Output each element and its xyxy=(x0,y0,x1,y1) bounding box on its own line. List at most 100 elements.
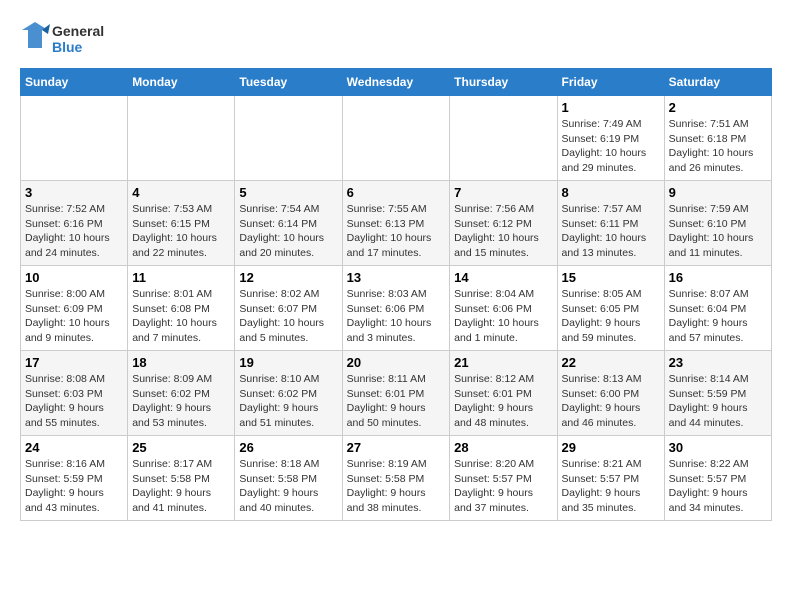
calendar-week-row: 10 Sunrise: 8:00 AM Sunset: 6:09 PM Dayli… xyxy=(21,266,772,351)
day-info: Sunrise: 7:55 AM Sunset: 6:13 PM Dayligh… xyxy=(347,202,446,261)
day-info: Sunrise: 8:09 AM Sunset: 6:02 PM Dayligh… xyxy=(132,372,230,431)
day-number: 24 xyxy=(25,440,123,455)
day-number: 9 xyxy=(669,185,767,200)
calendar-cell: 20 Sunrise: 8:11 AM Sunset: 6:01 PM Dayli… xyxy=(342,351,450,436)
calendar-cell: 10 Sunrise: 8:00 AM Sunset: 6:09 PM Dayli… xyxy=(21,266,128,351)
calendar-cell: 15Sunrise: 8:05 AM Sunset: 6:05 PM Dayli… xyxy=(557,266,664,351)
calendar-cell: 9 Sunrise: 7:59 AM Sunset: 6:10 PM Daylig… xyxy=(664,181,771,266)
calendar-cell: 14 Sunrise: 8:04 AM Sunset: 6:06 PM Dayli… xyxy=(450,266,557,351)
day-info: Sunrise: 7:59 AM Sunset: 6:10 PM Dayligh… xyxy=(669,202,767,261)
day-number: 6 xyxy=(347,185,446,200)
day-info: Sunrise: 8:08 AM Sunset: 6:03 PM Dayligh… xyxy=(25,372,123,431)
day-number: 19 xyxy=(239,355,337,370)
day-info: Sunrise: 8:22 AM Sunset: 5:57 PM Dayligh… xyxy=(669,457,767,516)
day-info: Sunrise: 8:12 AM Sunset: 6:01 PM Dayligh… xyxy=(454,372,552,431)
day-number: 4 xyxy=(132,185,230,200)
weekday-header-monday: Monday xyxy=(128,69,235,96)
day-info: Sunrise: 8:11 AM Sunset: 6:01 PM Dayligh… xyxy=(347,372,446,431)
day-info: Sunrise: 8:01 AM Sunset: 6:08 PM Dayligh… xyxy=(132,287,230,346)
day-number: 12 xyxy=(239,270,337,285)
calendar-cell: 8 Sunrise: 7:57 AM Sunset: 6:11 PM Daylig… xyxy=(557,181,664,266)
day-info: Sunrise: 8:17 AM Sunset: 5:58 PM Dayligh… xyxy=(132,457,230,516)
page-header: General Blue xyxy=(20,20,772,58)
calendar-cell: 5Sunrise: 7:54 AM Sunset: 6:14 PM Daylig… xyxy=(235,181,342,266)
day-number: 29 xyxy=(562,440,660,455)
logo: General Blue xyxy=(20,20,104,58)
weekday-header-row: SundayMondayTuesdayWednesdayThursdayFrid… xyxy=(21,69,772,96)
day-info: Sunrise: 7:56 AM Sunset: 6:12 PM Dayligh… xyxy=(454,202,552,261)
day-number: 16 xyxy=(669,270,767,285)
day-number: 1 xyxy=(562,100,660,115)
day-info: Sunrise: 7:57 AM Sunset: 6:11 PM Dayligh… xyxy=(562,202,660,261)
calendar-cell: 11 Sunrise: 8:01 AM Sunset: 6:08 PM Dayli… xyxy=(128,266,235,351)
weekday-header-saturday: Saturday xyxy=(664,69,771,96)
calendar-cell xyxy=(450,96,557,181)
day-number: 30 xyxy=(669,440,767,455)
calendar-cell: 21 Sunrise: 8:12 AM Sunset: 6:01 PM Dayli… xyxy=(450,351,557,436)
calendar-cell: 26 Sunrise: 8:18 AM Sunset: 5:58 PM Dayli… xyxy=(235,436,342,521)
day-info: Sunrise: 7:53 AM Sunset: 6:15 PM Dayligh… xyxy=(132,202,230,261)
calendar-week-row: 17 Sunrise: 8:08 AM Sunset: 6:03 PM Dayli… xyxy=(21,351,772,436)
day-info: Sunrise: 7:51 AM Sunset: 6:18 PM Dayligh… xyxy=(669,117,767,176)
day-number: 11 xyxy=(132,270,230,285)
day-info: Sunrise: 8:18 AM Sunset: 5:58 PM Dayligh… xyxy=(239,457,337,516)
calendar-cell: 1 Sunrise: 7:49 AM Sunset: 6:19 PM Daylig… xyxy=(557,96,664,181)
calendar-week-row: 1 Sunrise: 7:49 AM Sunset: 6:19 PM Daylig… xyxy=(21,96,772,181)
day-number: 20 xyxy=(347,355,446,370)
day-info: Sunrise: 8:04 AM Sunset: 6:06 PM Dayligh… xyxy=(454,287,552,346)
day-number: 10 xyxy=(25,270,123,285)
day-info: Sunrise: 8:14 AM Sunset: 5:59 PM Dayligh… xyxy=(669,372,767,431)
day-info: Sunrise: 7:52 AM Sunset: 6:16 PM Dayligh… xyxy=(25,202,123,261)
calendar-cell: 19 Sunrise: 8:10 AM Sunset: 6:02 PM Dayli… xyxy=(235,351,342,436)
calendar-cell: 6 Sunrise: 7:55 AM Sunset: 6:13 PM Daylig… xyxy=(342,181,450,266)
logo-blue: Blue xyxy=(52,39,104,55)
day-number: 5 xyxy=(239,185,337,200)
calendar-cell: 29 Sunrise: 8:21 AM Sunset: 5:57 PM Dayli… xyxy=(557,436,664,521)
day-info: Sunrise: 7:49 AM Sunset: 6:19 PM Dayligh… xyxy=(562,117,660,176)
day-info: Sunrise: 8:21 AM Sunset: 5:57 PM Dayligh… xyxy=(562,457,660,516)
day-info: Sunrise: 8:02 AM Sunset: 6:07 PM Dayligh… xyxy=(239,287,337,346)
day-number: 21 xyxy=(454,355,552,370)
calendar-cell: 12 Sunrise: 8:02 AM Sunset: 6:07 PM Dayli… xyxy=(235,266,342,351)
day-number: 23 xyxy=(669,355,767,370)
weekday-header-tuesday: Tuesday xyxy=(235,69,342,96)
calendar-cell: 17 Sunrise: 8:08 AM Sunset: 6:03 PM Dayli… xyxy=(21,351,128,436)
calendar-cell xyxy=(21,96,128,181)
weekday-header-wednesday: Wednesday xyxy=(342,69,450,96)
logo-general: General xyxy=(52,23,104,39)
calendar-cell: 7 Sunrise: 7:56 AM Sunset: 6:12 PM Daylig… xyxy=(450,181,557,266)
calendar-cell: 2 Sunrise: 7:51 AM Sunset: 6:18 PM Daylig… xyxy=(664,96,771,181)
logo-bird-icon xyxy=(20,20,50,58)
day-info: Sunrise: 8:00 AM Sunset: 6:09 PM Dayligh… xyxy=(25,287,123,346)
day-info: Sunrise: 8:19 AM Sunset: 5:58 PM Dayligh… xyxy=(347,457,446,516)
day-number: 13 xyxy=(347,270,446,285)
calendar-cell xyxy=(342,96,450,181)
calendar-cell xyxy=(235,96,342,181)
calendar-cell: 3 Sunrise: 7:52 AM Sunset: 6:16 PM Daylig… xyxy=(21,181,128,266)
day-number: 14 xyxy=(454,270,552,285)
calendar-cell: 13 Sunrise: 8:03 AM Sunset: 6:06 PM Dayli… xyxy=(342,266,450,351)
day-info: Sunrise: 8:16 AM Sunset: 5:59 PM Dayligh… xyxy=(25,457,123,516)
calendar-cell: 25 Sunrise: 8:17 AM Sunset: 5:58 PM Dayli… xyxy=(128,436,235,521)
calendar-cell: 18 Sunrise: 8:09 AM Sunset: 6:02 PM Dayli… xyxy=(128,351,235,436)
calendar-cell: 30 Sunrise: 8:22 AM Sunset: 5:57 PM Dayli… xyxy=(664,436,771,521)
day-number: 8 xyxy=(562,185,660,200)
weekday-header-friday: Friday xyxy=(557,69,664,96)
day-number: 15 xyxy=(562,270,660,285)
day-number: 17 xyxy=(25,355,123,370)
day-number: 18 xyxy=(132,355,230,370)
day-number: 25 xyxy=(132,440,230,455)
calendar-cell: 16 Sunrise: 8:07 AM Sunset: 6:04 PM Dayli… xyxy=(664,266,771,351)
day-number: 7 xyxy=(454,185,552,200)
day-info: Sunrise: 8:07 AM Sunset: 6:04 PM Dayligh… xyxy=(669,287,767,346)
day-info: Sunrise: 8:10 AM Sunset: 6:02 PM Dayligh… xyxy=(239,372,337,431)
day-number: 26 xyxy=(239,440,337,455)
calendar-cell: 4 Sunrise: 7:53 AM Sunset: 6:15 PM Daylig… xyxy=(128,181,235,266)
calendar-cell: 23 Sunrise: 8:14 AM Sunset: 5:59 PM Dayli… xyxy=(664,351,771,436)
day-number: 2 xyxy=(669,100,767,115)
day-number: 28 xyxy=(454,440,552,455)
calendar-cell: 22Sunrise: 8:13 AM Sunset: 6:00 PM Dayli… xyxy=(557,351,664,436)
day-number: 27 xyxy=(347,440,446,455)
day-info: Sunrise: 8:03 AM Sunset: 6:06 PM Dayligh… xyxy=(347,287,446,346)
day-number: 3 xyxy=(25,185,123,200)
